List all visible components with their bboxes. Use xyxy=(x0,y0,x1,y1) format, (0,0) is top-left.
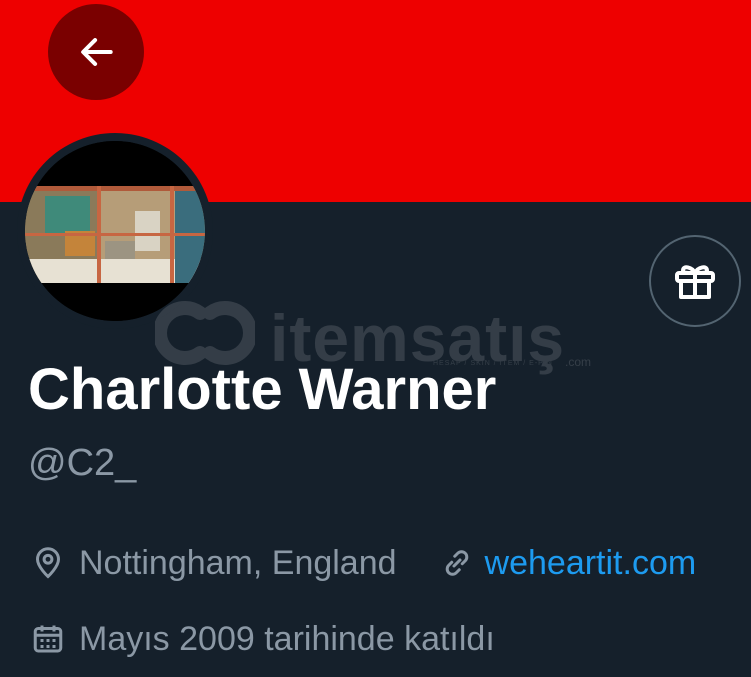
link-icon xyxy=(445,550,468,576)
username-handle: @C2_ xyxy=(28,442,137,484)
watermark-suffix: .com xyxy=(565,355,592,369)
gift-icon xyxy=(675,265,715,299)
profile-meta-joined: Mayıs 2009 tarihinde katıldı xyxy=(30,617,495,661)
back-button[interactable] xyxy=(48,4,144,100)
location-text: Nottingham, England xyxy=(79,543,397,582)
display-name: Charlotte Warner xyxy=(28,357,497,422)
calendar-icon xyxy=(33,625,63,653)
profile-meta-location-website: Nottingham, England weheartit.com xyxy=(30,541,696,585)
website-link[interactable]: weheartit.com xyxy=(485,544,697,583)
avatar-frame xyxy=(17,133,213,329)
avatar[interactable] xyxy=(25,141,205,321)
arrow-left-icon xyxy=(81,38,113,66)
gift-button[interactable] xyxy=(649,235,741,327)
location-pin-icon xyxy=(35,547,61,579)
joined-date-text: Mayıs 2009 tarihinde katıldı xyxy=(79,619,495,658)
avatar-image xyxy=(25,141,205,321)
